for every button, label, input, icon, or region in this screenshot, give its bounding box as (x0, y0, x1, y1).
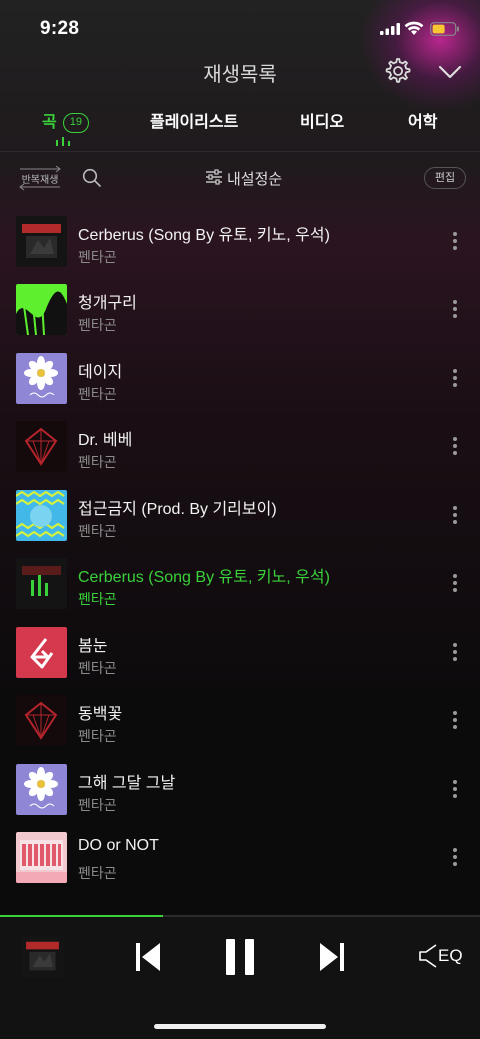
pause-icon[interactable] (224, 937, 256, 977)
pink-group-art-icon (16, 832, 67, 883)
eq-label: EQ (438, 946, 463, 965)
now-playing-art-icon (16, 558, 67, 609)
tab-songs-label: 곡 (42, 114, 57, 131)
home-indicator (154, 1024, 326, 1029)
song-row[interactable]: 청개구리 펜타곤 (0, 282, 480, 340)
song-row[interactable]: 데이지 펜타곤 (0, 351, 480, 409)
tab-bar: 곡 19 플레이리스트 비디오 어학 (0, 104, 480, 152)
more-options-icon[interactable] (446, 778, 464, 802)
song-row[interactable]: Dr. 베베 펜타곤 (0, 419, 480, 477)
chevron-down-icon[interactable] (436, 60, 464, 84)
song-row[interactable]: 동백꽃 펜타곤 (0, 693, 480, 751)
equalizer-bars-icon (56, 137, 70, 146)
song-title: 봄눈 (78, 638, 108, 655)
red-logo-art-icon (16, 627, 67, 678)
song-title: 청개구리 (78, 295, 137, 312)
song-title: 그해 그달 그날 (78, 775, 176, 792)
signal-icon (380, 23, 400, 35)
song-artist: 펜타곤 (78, 591, 117, 607)
song-row[interactable]: 봄눈 펜타곤 (0, 625, 480, 683)
search-icon[interactable] (82, 168, 102, 188)
edit-button[interactable]: 편집 (424, 167, 466, 189)
song-artist: 펜타곤 (78, 728, 117, 744)
song-title: 동백꽃 (78, 706, 123, 723)
green-wave-art-icon (16, 284, 67, 335)
song-artist: 펜타곤 (78, 660, 117, 676)
song-artist: 펜타곤 (78, 523, 117, 539)
more-options-icon[interactable] (446, 572, 464, 596)
tab-playlists[interactable]: 플레이리스트 (150, 108, 238, 132)
tab-language[interactable]: 어학 (408, 108, 437, 132)
more-options-icon[interactable] (446, 298, 464, 322)
wifi-icon (404, 21, 424, 35)
speaker-icon (419, 944, 437, 968)
status-bar: 9:28 (0, 0, 480, 56)
song-row[interactable]: 접근금지 (Prod. By 기리보이) 펜타곤 (0, 488, 480, 546)
toolbar: 반복재생 내설정순 편집 (0, 162, 480, 194)
song-row[interactable]: DO or NOT 펜타곤 (0, 830, 480, 888)
song-artist: 펜타곤 (78, 249, 117, 265)
now-playing-thumbnail[interactable] (21, 935, 64, 978)
mini-player: EQ (0, 917, 480, 1039)
more-options-icon[interactable] (446, 435, 464, 459)
next-track-icon[interactable] (318, 941, 346, 973)
song-title: 접근금지 (Prod. By 기리보이) (78, 501, 277, 518)
repeat-label: 반복재생 (21, 175, 59, 186)
playlist-screen: 9:28 재생목록 곡 19 플레이리스트 비디오 어학 반복재생 내설정순 편… (0, 0, 480, 1039)
tabs-divider (0, 151, 480, 152)
more-options-icon[interactable] (446, 641, 464, 665)
song-artist: 펜타곤 (78, 386, 117, 402)
more-options-icon[interactable] (446, 504, 464, 528)
red-gem-art-icon (16, 695, 67, 746)
blue-zigzag-art-icon (16, 490, 67, 541)
header: 재생목록 (0, 52, 480, 92)
sort-label: 내설정순 (227, 171, 283, 188)
previous-track-icon[interactable] (134, 941, 162, 973)
dark-red-logo-icon (16, 216, 67, 267)
more-options-icon[interactable] (446, 230, 464, 254)
song-count-badge: 19 (62, 113, 89, 133)
repeat-button[interactable]: 반복재생 (16, 164, 64, 191)
red-gem-art-icon (16, 421, 67, 472)
song-artist: 펜타곤 (78, 454, 117, 470)
daisy-art-icon (16, 353, 67, 404)
more-options-icon[interactable] (446, 846, 464, 870)
song-row-now-playing[interactable]: Cerberus (Song By 유토, 키노, 우석) 펜타곤 (0, 556, 480, 614)
more-options-icon[interactable] (446, 709, 464, 733)
song-title: 데이지 (78, 364, 123, 381)
song-title: Dr. 베베 (78, 432, 133, 449)
song-title: DO or NOT (78, 837, 159, 854)
daisy-art-icon (16, 764, 67, 815)
gear-icon[interactable] (382, 56, 412, 86)
song-row[interactable]: 그해 그달 그날 펜타곤 (0, 762, 480, 820)
status-time: 9:28 (40, 18, 80, 39)
song-artist: 펜타곤 (78, 317, 117, 333)
eq-button[interactable]: EQ (418, 942, 463, 970)
battery-icon (430, 22, 459, 36)
song-artist: 펜타곤 (78, 865, 117, 881)
song-title: Cerberus (Song By 유토, 키노, 우석) (78, 227, 330, 244)
song-row[interactable]: Cerberus (Song By 유토, 키노, 우석) 펜타곤 (0, 214, 480, 272)
tab-video[interactable]: 비디오 (300, 108, 344, 132)
song-title: Cerberus (Song By 유토, 키노, 우석) (78, 569, 330, 586)
sort-filter-icon (206, 169, 222, 185)
tab-songs[interactable]: 곡 19 (42, 108, 89, 133)
more-options-icon[interactable] (446, 367, 464, 391)
song-artist: 펜타곤 (78, 797, 117, 813)
